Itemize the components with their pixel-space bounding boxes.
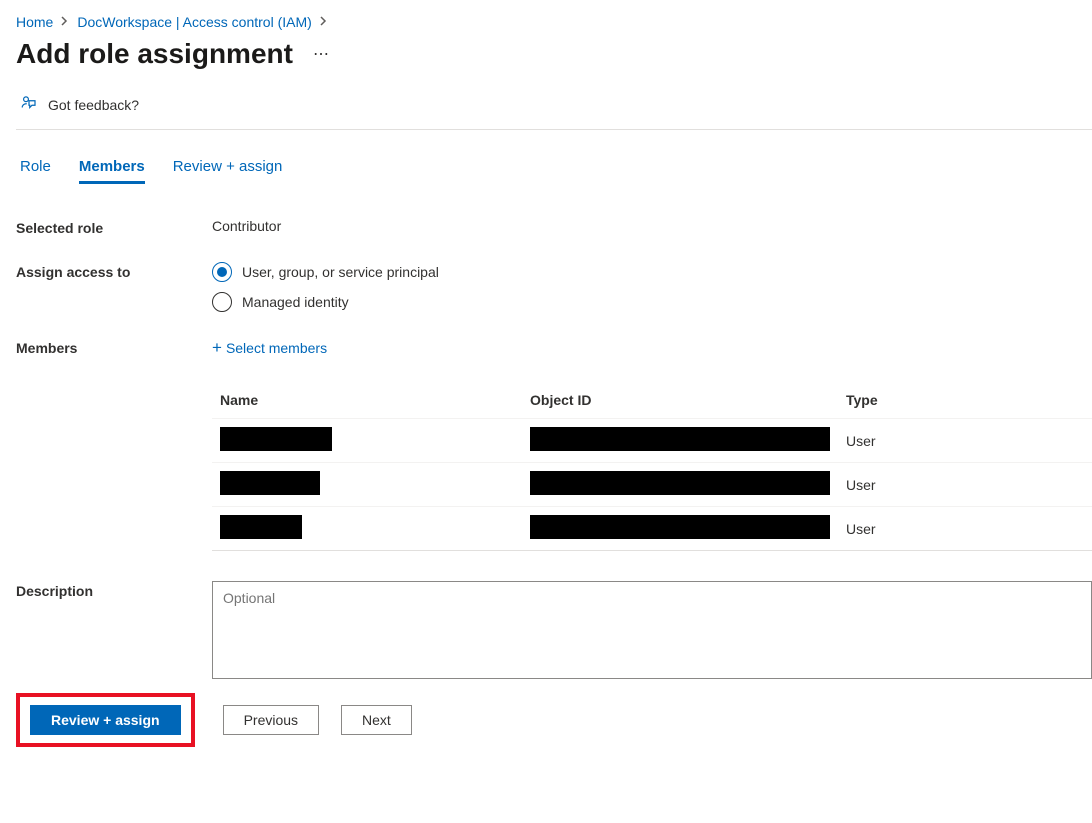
table-header-object-id: Object ID [522,382,838,419]
table-header-name: Name [212,382,522,419]
plus-icon: + [212,338,222,358]
redacted-object-id [530,471,830,495]
table-cell-type: User [838,463,1092,507]
chevron-right-icon [61,15,69,29]
redacted-object-id [530,515,830,539]
chevron-right-icon [320,15,328,29]
redacted-name [220,427,332,451]
radio-unselected-icon [212,292,232,312]
radio-managed-identity[interactable]: Managed identity [212,292,1092,312]
table-header-type: Type [838,382,1092,419]
review-assign-button[interactable]: Review + assign [30,705,181,735]
tab-role[interactable]: Role [20,158,51,184]
table-cell-type: User [838,419,1092,463]
table-row: User [212,463,1092,507]
redacted-name [220,471,320,495]
footer-buttons: Review + assign Previous Next [16,693,1092,757]
select-members-link[interactable]: + Select members [212,338,1092,358]
tabs: Role Members Review + assign [16,130,1092,184]
members-label: Members [16,338,212,356]
breadcrumb-path[interactable]: DocWorkspace | Access control (IAM) [77,14,311,30]
assign-access-label: Assign access to [16,262,212,280]
feedback-link[interactable]: Got feedback? [16,70,1092,130]
table-row: User [212,419,1092,463]
feedback-icon [20,94,38,115]
tab-members[interactable]: Members [79,158,145,184]
tab-review-assign[interactable]: Review + assign [173,158,283,184]
more-actions-icon[interactable]: ⋯ [313,44,330,64]
previous-button[interactable]: Previous [223,705,319,735]
selected-role-value: Contributor [212,218,1092,234]
selected-role-label: Selected role [16,218,212,236]
radio-user-label: User, group, or service principal [242,264,439,280]
radio-selected-icon [212,262,232,282]
next-button[interactable]: Next [341,705,412,735]
highlight-box: Review + assign [16,693,195,747]
radio-user-group-service[interactable]: User, group, or service principal [212,262,1092,282]
table-cell-type: User [838,507,1092,551]
redacted-object-id [530,427,830,451]
assign-access-radio-group: User, group, or service principal Manage… [212,262,1092,312]
select-members-text: Select members [226,340,327,356]
feedback-text: Got feedback? [48,97,139,113]
table-row: User [212,507,1092,551]
redacted-name [220,515,302,539]
description-textarea[interactable] [212,581,1092,679]
breadcrumb: Home DocWorkspace | Access control (IAM) [16,14,1092,30]
radio-mi-label: Managed identity [242,294,349,310]
breadcrumb-home[interactable]: Home [16,14,53,30]
page-title: Add role assignment [16,38,293,70]
description-label: Description [16,581,212,679]
members-table: Name Object ID Type User User [212,382,1092,551]
